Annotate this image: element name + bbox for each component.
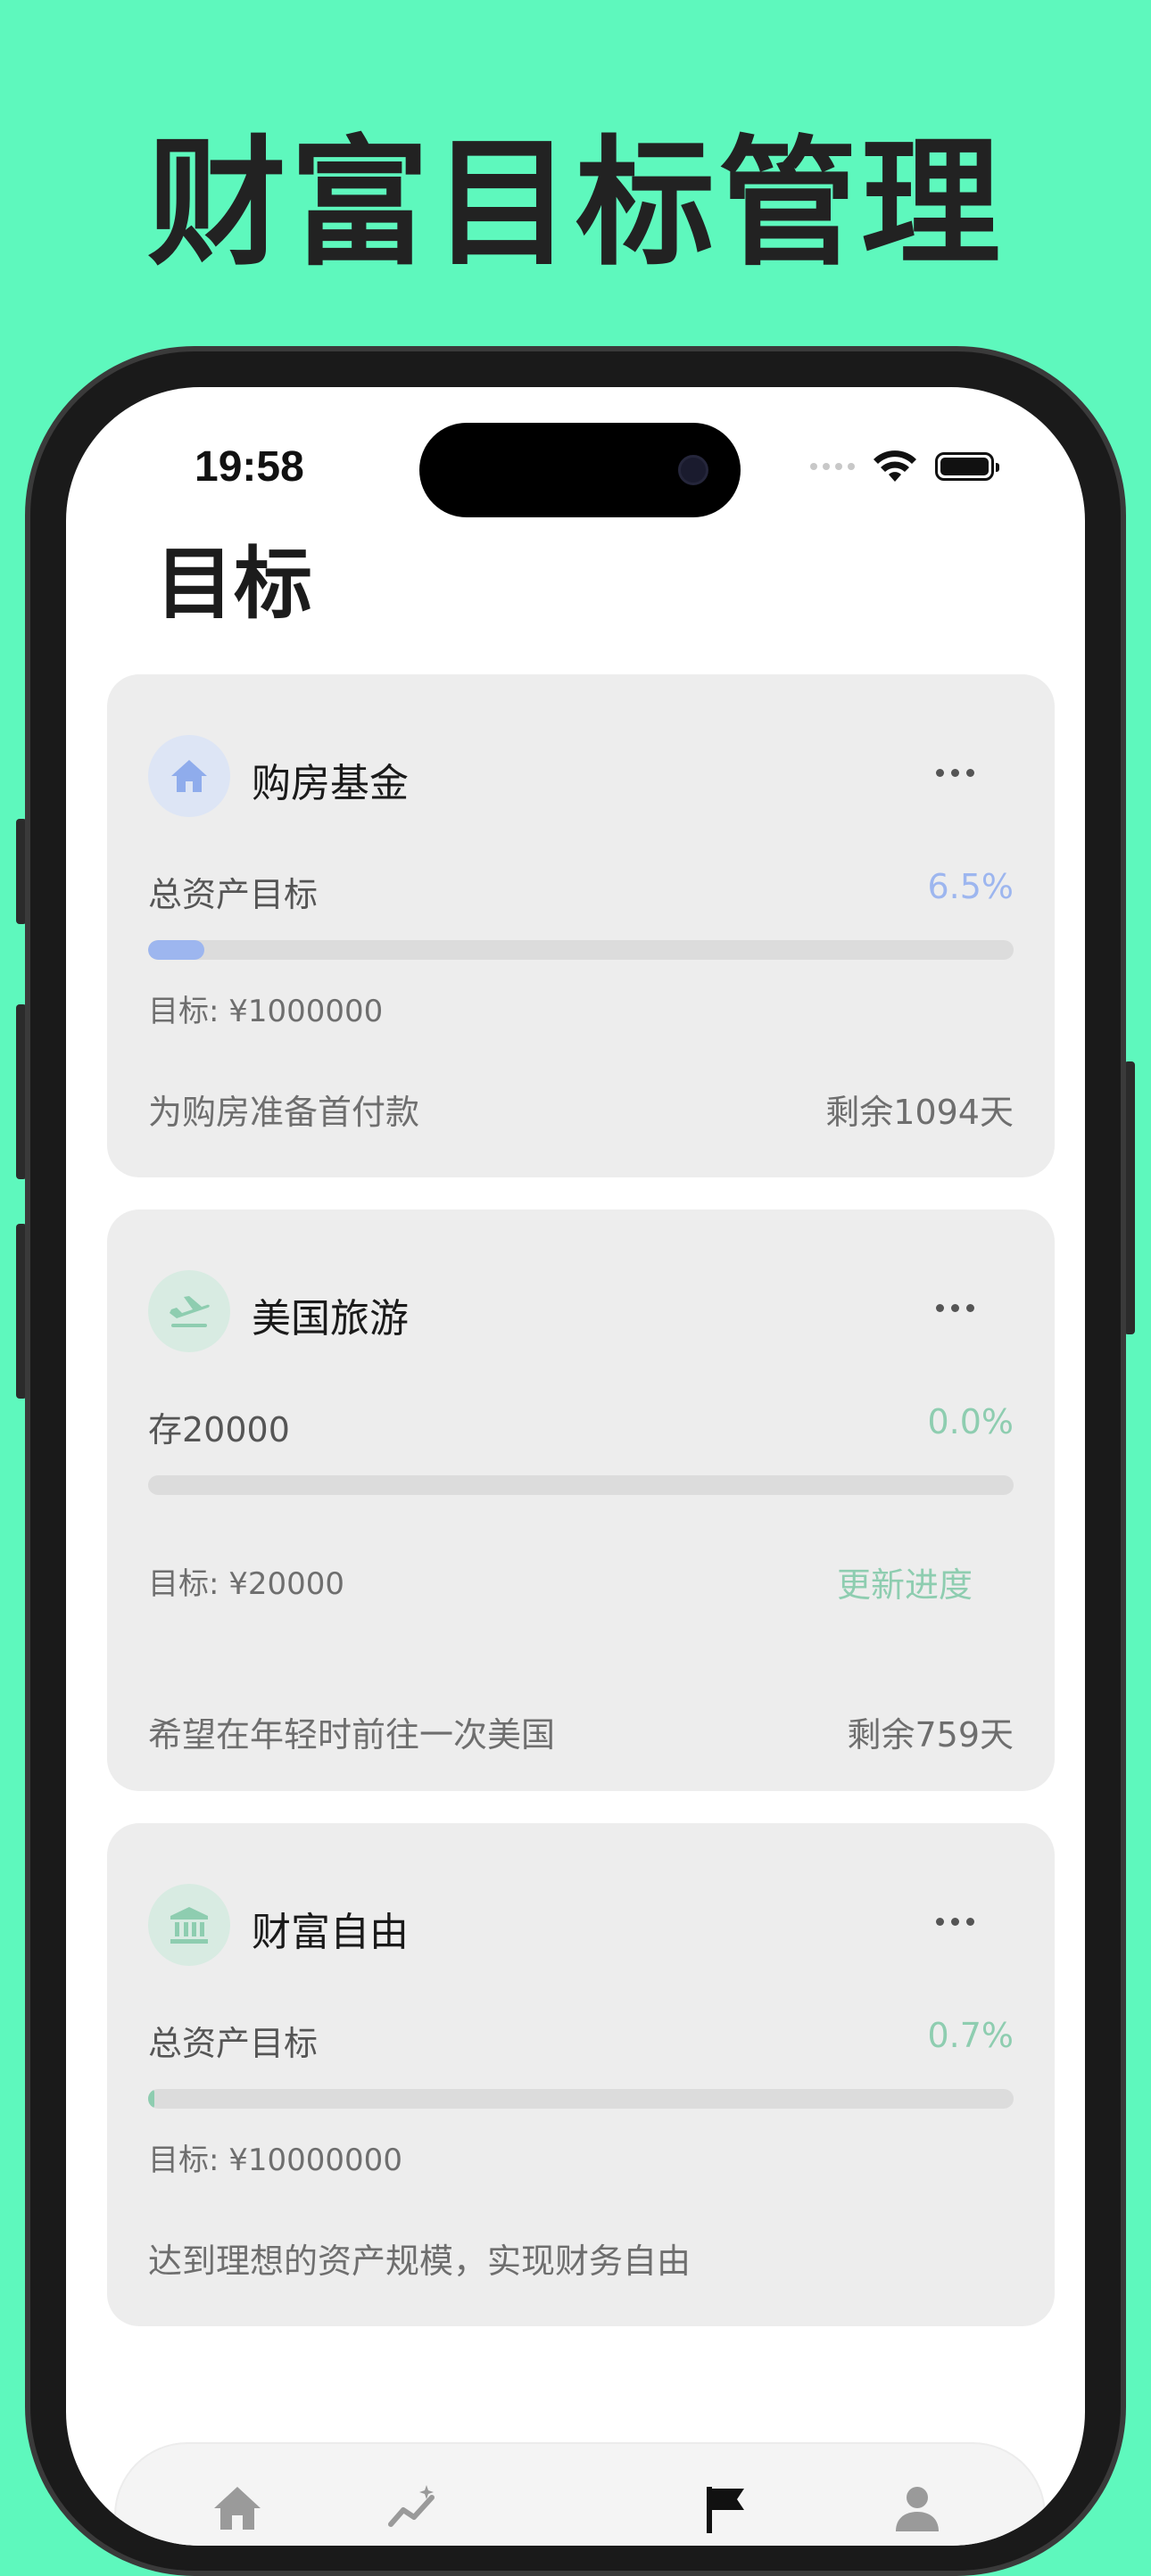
hero-title: 财富目标管理 (147, 122, 1004, 285)
goal-remaining-days: 剩余759天 (847, 1715, 1014, 1754)
goal-description: 为购房准备首付款 (148, 1093, 420, 1132)
goal-remaining-days: 剩余1094天 (825, 1093, 1014, 1132)
goal-icon-bg (148, 1884, 230, 1966)
cellular-icon (810, 463, 855, 470)
status-icons (810, 450, 999, 483)
goal-card-freedom[interactable]: 财富自由 总资产目标 0.7% 目标: ¥10000000 达到理想的资产规模，… (107, 1823, 1055, 2326)
goal-name: 美国旅游 (252, 1296, 409, 1342)
goal-progress-fill (148, 940, 205, 960)
battery-icon (935, 452, 999, 481)
goal-label: 存20000 (148, 1410, 290, 1449)
goal-progress-fill (148, 2089, 154, 2109)
more-icon[interactable] (936, 755, 974, 790)
goal-progress-bar (148, 1475, 1014, 1495)
goal-target: 目标: ¥20000 (148, 1566, 345, 1602)
tab-bar (116, 2444, 1044, 2546)
goal-card-travel[interactable]: 美国旅游 存20000 0.0% 目标: ¥20000 更新进度 希望在年轻时前… (107, 1210, 1055, 1791)
status-time: 19:58 (195, 443, 304, 491)
more-icon[interactable] (936, 1903, 974, 1939)
goal-name: 财富自由 (252, 1910, 409, 1955)
goal-progress-bar (148, 2089, 1014, 2109)
page-title: 目标 (155, 538, 313, 630)
house-icon (171, 760, 207, 792)
goal-percent: 0.7% (927, 2016, 1014, 2055)
goal-icon-bg (148, 735, 230, 817)
goal-progress-bar (148, 940, 1014, 960)
goal-icon-bg (148, 1270, 230, 1352)
dynamic-island (419, 423, 741, 517)
stats-icon[interactable] (385, 2481, 439, 2535)
goal-target: 目标: ¥1000000 (148, 994, 384, 1029)
goal-card-house[interactable]: 购房基金 总资产目标 6.5% 目标: ¥1000000 为购房准备首付款 剩余… (107, 674, 1055, 1177)
camera-icon (678, 455, 708, 485)
update-progress-button[interactable]: 更新进度 (837, 1557, 973, 1606)
goal-description: 希望在年轻时前往一次美国 (148, 1715, 556, 1754)
wifi-icon (874, 450, 916, 482)
goal-percent: 0.0% (927, 1402, 1014, 1441)
goal-percent: 6.5% (927, 867, 1014, 906)
goal-label: 总资产目标 (148, 875, 319, 914)
airplane-icon (170, 1296, 210, 1327)
more-icon[interactable] (936, 1290, 974, 1325)
flag-icon[interactable] (698, 2481, 751, 2535)
goal-label: 总资产目标 (148, 2024, 319, 2063)
bank-icon (170, 1907, 208, 1944)
goal-target: 目标: ¥10000000 (148, 2143, 402, 2178)
phone-screen: 19:58 目标 购房基金 总资产目标 6.5% 目标: ¥1000000 为购… (66, 387, 1085, 2546)
goal-name: 购房基金 (252, 761, 409, 806)
goal-description: 达到理想的资产规模，实现财务自由 (148, 2242, 691, 2281)
profile-icon[interactable] (890, 2481, 944, 2535)
phone-frame: 19:58 目标 购房基金 总资产目标 6.5% 目标: ¥1000000 为购… (25, 346, 1126, 2576)
home-icon[interactable] (211, 2481, 264, 2535)
